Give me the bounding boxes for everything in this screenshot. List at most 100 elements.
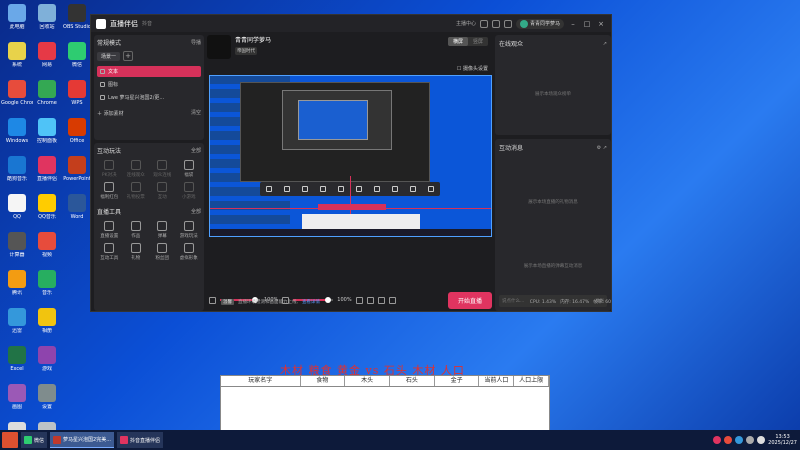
rotate-icon[interactable] bbox=[320, 186, 326, 192]
taskbar-item[interactable]: 抖音直播伴侣 bbox=[116, 432, 163, 448]
desktop-icon[interactable]: 迅雷 bbox=[2, 308, 32, 344]
tools-all-link[interactable]: 全部 bbox=[191, 208, 201, 215]
help-icon[interactable] bbox=[503, 19, 512, 28]
maximize-button[interactable]: □ bbox=[582, 20, 592, 28]
tool-item[interactable]: 粉丝团 bbox=[150, 243, 175, 261]
taskbar-item[interactable]: 微信 bbox=[21, 432, 48, 448]
tool-item[interactable]: 弹幕 bbox=[150, 221, 175, 239]
clock[interactable]: 13:53 2025/12/27 bbox=[768, 434, 797, 446]
desktop-icon[interactable]: WPS bbox=[62, 80, 92, 116]
message-icon[interactable] bbox=[491, 19, 500, 28]
tools-title: 直播工具 bbox=[97, 209, 122, 216]
landscape-tab[interactable]: 横屏 bbox=[447, 37, 468, 46]
desktop-icon[interactable]: 游戏 bbox=[32, 346, 62, 382]
desktop-icon[interactable]: 音乐 bbox=[32, 270, 62, 306]
msg-settings-icon[interactable]: ⚙ ↗ bbox=[597, 145, 607, 151]
import-button[interactable]: 导播 bbox=[191, 39, 201, 46]
desktop-icon[interactable]: 计算器 bbox=[2, 232, 32, 268]
tool-item[interactable]: 作品 bbox=[124, 221, 149, 239]
tool-item[interactable]: 游戏玩法 bbox=[177, 221, 202, 239]
undo-icon[interactable] bbox=[410, 186, 416, 192]
desktop-icon[interactable]: Office bbox=[62, 118, 92, 154]
desktop-icon[interactable]: 直播伴侣 bbox=[32, 156, 62, 192]
desktop-icon[interactable]: 控制面板 bbox=[32, 118, 62, 154]
flip-icon[interactable] bbox=[338, 186, 344, 192]
system-tray: 13:53 2025/12/27 bbox=[713, 434, 800, 446]
desktop-icon[interactable]: QQ bbox=[2, 194, 32, 230]
interact-item[interactable]: 福利红包 bbox=[97, 182, 122, 200]
desktop-icon[interactable]: Windows bbox=[2, 118, 32, 154]
interact-item[interactable]: 小游戏 bbox=[177, 182, 202, 200]
table-header: 玩家名字 食物 木头 石头 金子 当前人口 人口上限 bbox=[221, 376, 550, 387]
desktop-icon[interactable]: Word bbox=[62, 194, 92, 230]
scene-mode-dropdown[interactable]: 常规模式 bbox=[97, 38, 121, 47]
portrait-tab[interactable]: 竖屏 bbox=[468, 37, 488, 46]
desktop-icon[interactable]: 微信 bbox=[62, 42, 92, 78]
taskbar-item[interactable]: 萝马星兴泡国2完美... bbox=[50, 432, 114, 448]
clear-button[interactable]: 清空 bbox=[191, 109, 201, 116]
desktop-icon[interactable]: 回收站 bbox=[32, 4, 62, 40]
interact-item[interactable]: 观众连线 bbox=[150, 160, 175, 178]
source-item[interactable]: Lwe 萝马星兴泡国2/更... bbox=[97, 92, 201, 103]
minimize-button[interactable]: – bbox=[568, 20, 578, 28]
desktop-icon[interactable]: 系统 bbox=[2, 42, 32, 78]
desktop-icon[interactable]: PowerPoint bbox=[62, 156, 92, 192]
desktop-icon[interactable]: 酷狗音乐 bbox=[2, 156, 32, 192]
status-details-link[interactable]: 查看详情 bbox=[302, 299, 320, 305]
source-item[interactable]: 图标 bbox=[97, 79, 201, 90]
close-button[interactable]: × bbox=[596, 20, 606, 28]
tool-item[interactable]: 虚拟形象 bbox=[177, 243, 202, 261]
settings-icon[interactable] bbox=[479, 19, 488, 28]
tool-item[interactable]: 互动工具 bbox=[97, 243, 122, 261]
desktop-icon[interactable]: Excel bbox=[2, 346, 32, 382]
fill-icon[interactable] bbox=[302, 186, 308, 192]
interact-item[interactable]: 礼物投票 bbox=[124, 182, 149, 200]
interact-item[interactable]: PK对决 bbox=[97, 160, 122, 178]
desktop-icon[interactable]: 此电脑 bbox=[2, 4, 32, 40]
anchor-center-link[interactable]: 主播中心 bbox=[456, 20, 476, 27]
fps-readout: 帧率: 60 bbox=[593, 300, 611, 305]
selected-text-source[interactable] bbox=[318, 204, 386, 210]
crop-icon[interactable] bbox=[266, 186, 272, 192]
tray-app-icon[interactable] bbox=[713, 436, 722, 444]
add-scene-button[interactable]: + bbox=[123, 51, 134, 61]
tool-item[interactable]: 直播设置 bbox=[97, 221, 122, 239]
user-menu[interactable]: 青青同学萝马 bbox=[515, 18, 564, 29]
interact-icon bbox=[130, 182, 141, 192]
source-type-icon bbox=[100, 82, 105, 87]
camera-setting-link[interactable]: ☐ 摄像头设置 bbox=[457, 65, 488, 72]
orientation-toggle[interactable]: 横屏 竖屏 bbox=[447, 37, 488, 46]
tray-app-icon[interactable] bbox=[724, 436, 733, 444]
desktop-icon[interactable]: 画图 bbox=[2, 384, 32, 420]
tool-item[interactable]: 礼物 bbox=[124, 243, 149, 261]
desktop-icon[interactable]: Chrome bbox=[32, 80, 62, 116]
network-icon[interactable] bbox=[757, 436, 766, 444]
interact-item[interactable]: 连线观众 bbox=[124, 160, 149, 178]
volume-icon[interactable] bbox=[746, 436, 755, 444]
desktop-icon[interactable]: OBS Studio bbox=[62, 4, 92, 40]
align-icon[interactable] bbox=[356, 186, 362, 192]
tray-app-icon[interactable] bbox=[735, 436, 744, 444]
source-item[interactable]: 文本 bbox=[97, 66, 201, 77]
desktop-icon[interactable]: Google Chrome bbox=[1, 80, 33, 116]
interact-all-link[interactable]: 全部 bbox=[191, 147, 201, 154]
delete-icon[interactable] bbox=[428, 186, 434, 192]
desktop-icon[interactable]: 相册 bbox=[32, 308, 62, 344]
interact-item[interactable]: 互动 bbox=[150, 182, 175, 200]
fit-icon[interactable] bbox=[284, 186, 290, 192]
desktop-icon[interactable]: 视频 bbox=[32, 232, 62, 268]
interact-item[interactable]: 福袋 bbox=[177, 160, 202, 178]
scene-tab[interactable]: 场景一 bbox=[97, 51, 121, 61]
desktop-icon[interactable]: 腾讯 bbox=[2, 270, 32, 306]
start-button[interactable] bbox=[2, 432, 18, 448]
tool-label: 互动工具 bbox=[100, 256, 119, 261]
layer-down-icon[interactable] bbox=[392, 186, 398, 192]
popout-icon[interactable]: ↗ bbox=[603, 41, 607, 47]
desktop-icon[interactable]: QQ音乐 bbox=[32, 194, 62, 230]
add-source-button[interactable]: ＋ 添加素材 bbox=[97, 110, 124, 117]
app-icon bbox=[8, 156, 26, 174]
live-preview-canvas[interactable] bbox=[209, 75, 492, 237]
desktop-icon[interactable]: 设置 bbox=[32, 384, 62, 420]
layer-up-icon[interactable] bbox=[374, 186, 380, 192]
desktop-icon[interactable]: 网易 bbox=[32, 42, 62, 78]
